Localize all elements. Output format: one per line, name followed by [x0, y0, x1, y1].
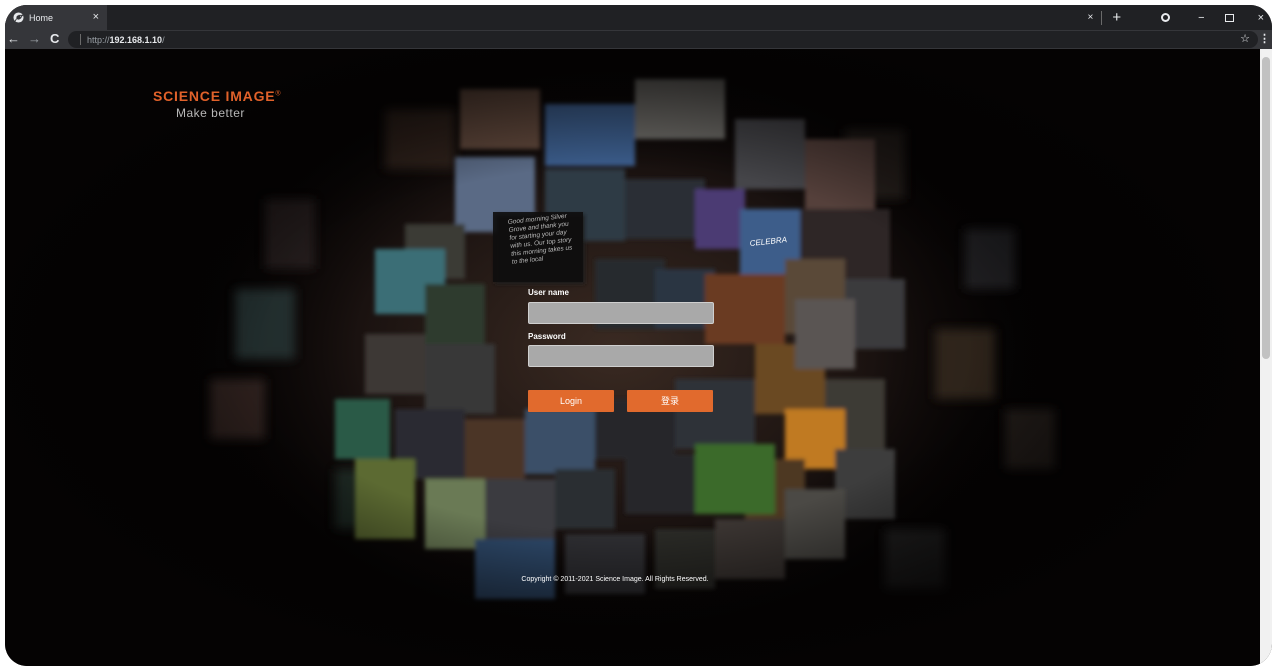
browser-window: Home × × + − × ← → C http://192.168.1.10… — [5, 5, 1272, 666]
tab-title: Home — [29, 12, 54, 23]
password-input[interactable] — [528, 345, 714, 367]
forward-arrow-icon[interactable]: → — [28, 31, 41, 47]
restore-icon[interactable] — [1224, 13, 1234, 22]
scrollbar-thumb[interactable] — [1262, 57, 1270, 359]
login-form: User name Password Login 登录 — [528, 288, 718, 412]
tab-home[interactable]: Home × — [5, 5, 107, 30]
username-label: User name — [528, 288, 569, 297]
bookmark-star-icon[interactable]: ☆ — [1240, 32, 1250, 45]
toolbar: ← → C http://192.168.1.10/ ☆ ⋮ — [5, 30, 1272, 49]
brand-name-text: SCIENCE IMAGE — [153, 88, 276, 104]
page-content: Good morning Silver Grove and thank you … — [5, 49, 1260, 666]
new-tab-button[interactable]: + — [1112, 10, 1121, 25]
login-button-chinese[interactable]: 登录 — [627, 390, 713, 412]
password-label: Password — [528, 332, 566, 341]
brand-logo: SCIENCE IMAGE® Make better — [153, 88, 281, 120]
back-arrow-icon[interactable]: ← — [7, 31, 20, 47]
chrome-favicon-icon — [13, 12, 24, 23]
window-controls: × + − × — [1088, 5, 1272, 30]
vertical-scrollbar[interactable] — [1260, 49, 1272, 666]
tab-close-icon[interactable]: × — [93, 11, 99, 23]
login-button[interactable]: Login — [528, 390, 614, 412]
extension-icon[interactable] — [1161, 13, 1171, 22]
reload-icon[interactable]: C — [50, 31, 59, 47]
tab-strip: Home × × + − × — [5, 5, 1272, 30]
brand-tagline: Make better — [176, 106, 245, 120]
minimize-icon[interactable]: − — [1198, 12, 1204, 24]
copyright-text: Copyright © 2011-2021 Science Image. All… — [521, 576, 709, 583]
button-row: Login 登录 — [528, 390, 718, 412]
divider — [80, 34, 81, 45]
divider — [1101, 10, 1103, 25]
url-scheme: http:// — [87, 34, 110, 45]
url-path: / — [162, 34, 165, 45]
menu-dots-icon[interactable]: ⋮ — [1259, 32, 1270, 45]
brand-name: SCIENCE IMAGE® — [153, 88, 281, 104]
registered-mark: ® — [275, 90, 282, 98]
url-host: 192.168.1.10 — [109, 34, 163, 45]
tab-search-close-icon[interactable]: × — [1088, 12, 1094, 23]
address-bar[interactable]: http://192.168.1.10/ ☆ — [68, 31, 1258, 48]
username-input[interactable] — [528, 302, 714, 324]
window-close-icon[interactable]: × — [1258, 12, 1264, 24]
